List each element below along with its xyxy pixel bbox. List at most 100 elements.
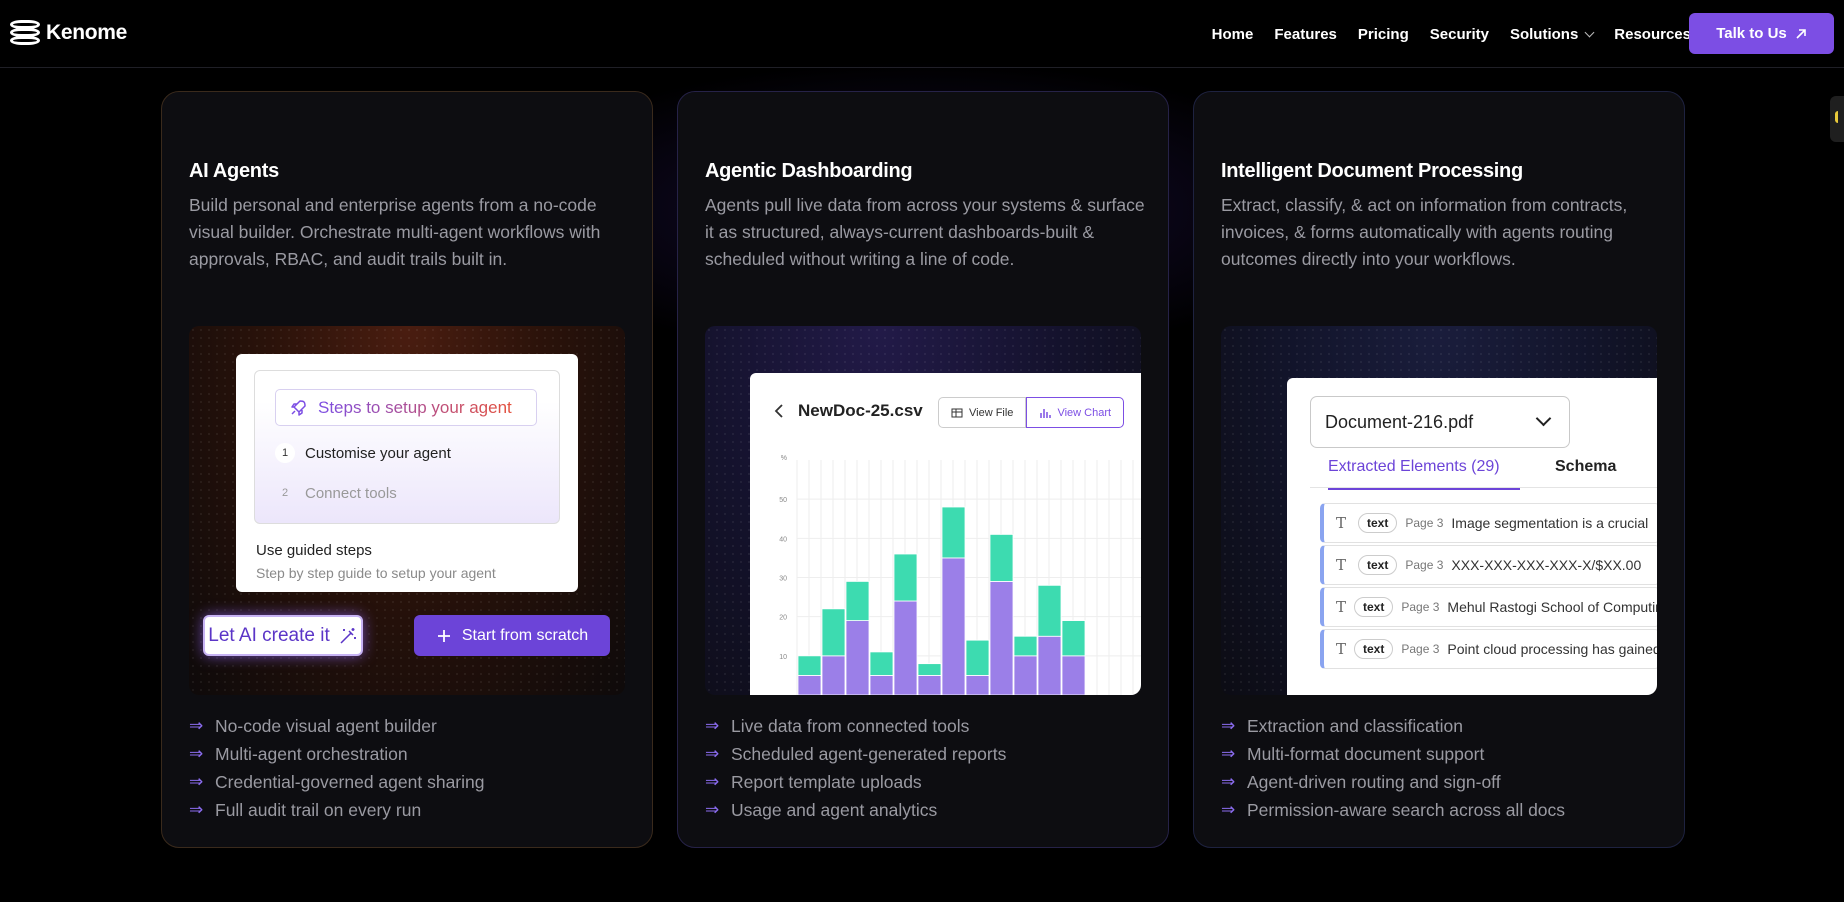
scratch-button-label: Start from scratch	[461, 626, 589, 644]
page-label: Page 3	[1401, 600, 1440, 614]
let-ai-create-button[interactable]: Let AI create it	[203, 615, 363, 656]
bar-segment-1	[869, 675, 894, 695]
magic-wand-icon	[340, 627, 356, 644]
view-file-label: View File	[969, 406, 1014, 419]
type-chip: text	[1354, 639, 1394, 659]
nav-links: Home Features Pricing Security Solutions…	[1212, 0, 1708, 68]
y-tick-label: 10	[779, 654, 787, 661]
text-type-icon: T	[1336, 640, 1347, 658]
row-content: Mehul Rastogi School of Computing	[1447, 599, 1657, 615]
feature-text: Extraction and classification	[1247, 715, 1463, 736]
bar-segment-2	[989, 534, 1014, 582]
bar-segment-1	[1013, 655, 1038, 695]
bar-segment-2	[845, 581, 870, 621]
extracted-row[interactable]: T text Page 3 Mehul Rastogi School of Co…	[1320, 587, 1657, 627]
guided-title: Use guided steps	[256, 542, 372, 559]
text-type-icon: T	[1336, 514, 1347, 532]
double-arrow-icon: ⇒	[189, 800, 204, 819]
bar-segment-2	[893, 553, 918, 602]
nav-link-label: Security	[1429, 25, 1489, 43]
step-item[interactable]: 1 Customise your agent	[275, 443, 451, 463]
bar-segment-2	[941, 506, 966, 559]
step-label: Customise your agent	[305, 444, 451, 462]
bar-segment-2	[1061, 620, 1086, 657]
page-label: Page 3	[1405, 516, 1444, 530]
nav-link-label: Resources	[1614, 25, 1691, 43]
step-label: Connect tools	[305, 484, 397, 502]
extracted-row[interactable]: T text Page 3 Image segmentation is a cr…	[1320, 503, 1657, 543]
feature-text: Agent-driven routing and sign-off	[1247, 771, 1501, 792]
document-name: Document-216.pdf	[1325, 411, 1474, 432]
document-select[interactable]: Document-216.pdf	[1310, 396, 1570, 448]
type-chip: text	[1354, 597, 1394, 617]
logo-text: Kenome	[46, 21, 128, 44]
document-tabs: Extracted Elements (29) Schema	[1310, 458, 1657, 490]
ai-button-label: Let AI create it	[208, 624, 330, 646]
feature-item: ⇒ Usage and agent analytics	[705, 796, 1006, 824]
y-tick-label: 50	[779, 497, 787, 504]
double-arrow-icon: ⇒	[1221, 716, 1236, 735]
bar-chart-icon	[1040, 408, 1052, 418]
talk-to-us-button[interactable]: Talk to Us	[1689, 13, 1834, 54]
feature-item: ⇒ Multi-format document support	[1221, 740, 1565, 768]
nav-link-home[interactable]: Home	[1212, 26, 1254, 43]
y-unit-label: %	[781, 455, 787, 462]
double-arrow-icon: ⇒	[1221, 744, 1236, 763]
start-from-scratch-button[interactable]: Start from scratch	[414, 615, 610, 656]
feature-item: ⇒ Full audit trail on every run	[189, 796, 484, 824]
step-item[interactable]: 2 Connect tools	[275, 483, 397, 503]
page-label: Page 3	[1401, 642, 1440, 656]
step-number: 2	[281, 487, 289, 499]
rocket-icon	[291, 399, 306, 416]
nav-link-label: Home	[1211, 25, 1254, 43]
logo[interactable]: Kenome	[10, 18, 127, 48]
side-widget-tab[interactable]	[1830, 96, 1844, 142]
plus-icon	[437, 629, 450, 642]
step-number: 1	[275, 443, 295, 463]
text-type-icon: T	[1336, 556, 1347, 574]
feature-card-agentic-dashboarding: Agentic Dashboarding Agents pull live da…	[677, 91, 1169, 848]
card-description: Agents pull live data from across your s…	[705, 195, 1145, 269]
kenome-logo-icon	[10, 18, 40, 48]
steps-pill[interactable]: Steps to setup your agent	[275, 389, 537, 426]
view-toggle: View File View Chart	[938, 397, 1125, 428]
document-window: Document-216.pdf Extracted Elements (29)…	[1287, 378, 1657, 695]
tab-extracted-elements[interactable]: Extracted Elements (29)	[1328, 458, 1520, 490]
setup-steps-panel: Steps to setup your agent 1 Customise yo…	[236, 354, 578, 592]
bar-segment-2	[917, 663, 942, 676]
stacked-bar-chart: 10 20 30 40 50%	[779, 455, 1141, 695]
feature-card-document-processing: Intelligent Document Processing Extract,…	[1193, 91, 1685, 848]
card-illustration: NewDoc-25.csv View File View Chart 10 20 3…	[705, 326, 1141, 695]
top-navbar: Kenome Home Features Pricing Security So…	[0, 0, 1844, 68]
row-content: Point cloud processing has gained	[1447, 641, 1657, 657]
bar-segment-1	[1037, 635, 1062, 695]
feature-list: ⇒ No-code visual agent builder ⇒ Multi-age…	[189, 712, 484, 824]
view-file-button[interactable]: View File	[938, 397, 1027, 428]
tab-schema[interactable]: Schema	[1555, 458, 1616, 476]
page-label: Page 3	[1405, 558, 1444, 572]
card-title: AI Agents	[189, 160, 279, 182]
chevron-down-icon	[1535, 410, 1552, 427]
feature-item: ⇒ Live data from connected tools	[705, 712, 1006, 740]
bar-segment-1	[917, 675, 942, 695]
nav-link-security[interactable]: Security	[1430, 26, 1489, 43]
feature-text: Multi-agent orchestration	[215, 743, 408, 764]
extracted-row[interactable]: T text Page 3 Point cloud processing has…	[1320, 629, 1657, 669]
nav-link-label: Pricing	[1357, 25, 1409, 43]
bar-segment-2	[821, 608, 846, 657]
feature-item: ⇒ Extraction and classification	[1221, 712, 1565, 740]
view-chart-label: View Chart	[1057, 406, 1112, 419]
feature-item: ⇒ Scheduled agent-generated reports	[705, 740, 1006, 768]
arrow-up-right-icon	[1796, 28, 1806, 39]
nav-link-pricing[interactable]: Pricing	[1358, 26, 1409, 43]
nav-link-solutions[interactable]: Solutions	[1510, 26, 1595, 43]
feature-item: ⇒ Permission-aware search across all docs	[1221, 796, 1565, 824]
chart-window: NewDoc-25.csv View File View Chart 10 20 3…	[750, 373, 1141, 695]
view-chart-button[interactable]: View Chart	[1026, 397, 1125, 428]
chevron-left-icon[interactable]	[774, 403, 784, 419]
feature-text: Live data from connected tools	[731, 715, 970, 736]
double-arrow-icon: ⇒	[189, 772, 204, 791]
table-icon	[951, 408, 963, 417]
nav-link-features[interactable]: Features	[1274, 26, 1337, 43]
extracted-row[interactable]: T text Page 3 XXX-XXX-XXX-XXX-X/$XX.00	[1320, 545, 1657, 585]
